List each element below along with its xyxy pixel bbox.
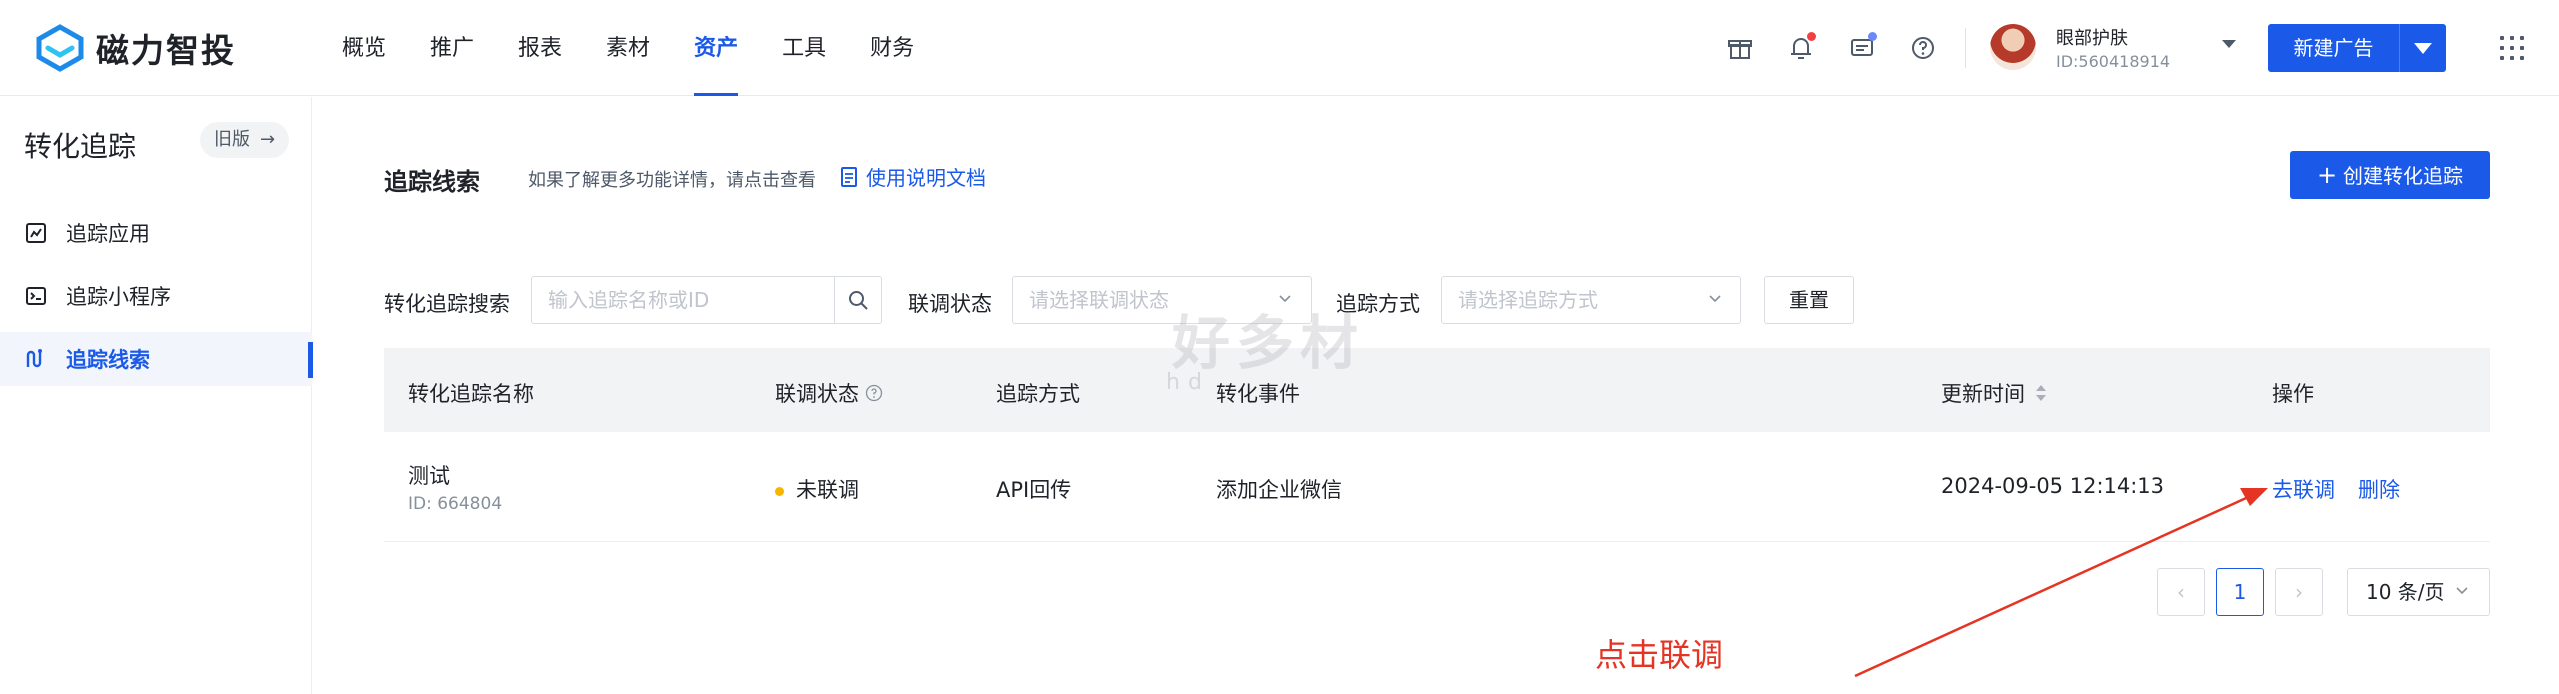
next-page-button[interactable]: › bbox=[2275, 568, 2323, 616]
sort-icon[interactable] bbox=[2035, 383, 2047, 403]
create-conversion-tracking-button[interactable]: + 创建转化追踪 bbox=[2290, 151, 2490, 199]
page-title: 追踪线索 bbox=[384, 168, 480, 196]
account-name: 眼部护肤 bbox=[2056, 28, 2128, 49]
updated-time-cell: 2024-09-05 12:14:13 bbox=[1941, 474, 2165, 498]
column-header-updated-label: 更新时间 bbox=[1941, 382, 2025, 406]
column-header-event: 转化事件 bbox=[1216, 382, 1300, 406]
miniprogram-icon bbox=[26, 287, 46, 305]
page-size-value: 10 条/页 bbox=[2366, 580, 2445, 604]
new-ad-button[interactable]: 新建广告 bbox=[2268, 24, 2400, 72]
search-icon bbox=[849, 291, 868, 310]
old-version-label: 旧版 bbox=[214, 129, 250, 150]
help-hint-text: 如果了解更多功能详情，请点击查看 bbox=[528, 170, 816, 191]
tracking-name: 测试 bbox=[408, 464, 450, 488]
left-sidebar: 转化追踪 旧版 → 追踪应用 追踪小程序 追踪线索 bbox=[0, 97, 313, 694]
main-nav: 概览 推广 报表 素材 资产 工具 财务 bbox=[342, 0, 958, 96]
debug-link[interactable]: 去联调 bbox=[2272, 474, 2335, 504]
nav-item-assets[interactable]: 资产 bbox=[694, 0, 739, 96]
search-input[interactable]: 输入追踪名称或ID bbox=[531, 276, 835, 324]
top-navigation-bar: 磁力智投 概览 推广 报表 素材 资产 工具 财务 眼部护肤 ID:560418… bbox=[0, 0, 2559, 96]
column-header-status-label: 联调状态 bbox=[775, 382, 859, 406]
document-icon bbox=[841, 166, 857, 187]
app-tracking-icon bbox=[26, 223, 46, 243]
sidebar-title: 转化追踪 bbox=[24, 130, 137, 163]
reset-button[interactable]: 重置 bbox=[1764, 276, 1854, 324]
chevron-down-icon bbox=[1709, 295, 1721, 303]
plus-icon: + bbox=[2316, 161, 2338, 189]
message-notification-dot bbox=[1868, 32, 1877, 41]
sidebar-item-label: 追踪小程序 bbox=[66, 285, 171, 309]
new-ad-button-group: 新建广告 bbox=[2268, 24, 2446, 72]
bell-icon[interactable] bbox=[1783, 30, 1819, 66]
chevron-left-icon: ‹ bbox=[2177, 580, 2185, 604]
old-version-button[interactable]: 旧版 → bbox=[200, 122, 290, 158]
table-row: 测试 ID: 664804 未联调 API回传 添加企业微信 2024-09-0… bbox=[384, 432, 2490, 542]
user-guide-link[interactable]: 使用说明文档 bbox=[840, 162, 986, 191]
header-icons bbox=[1722, 30, 1966, 66]
chevron-right-icon: › bbox=[2295, 580, 2303, 604]
prev-page-button[interactable]: ‹ bbox=[2157, 568, 2205, 616]
app-grid-icon[interactable] bbox=[2500, 36, 2524, 60]
annotation-label: 点击联调 bbox=[1595, 636, 1724, 674]
lead-tracking-icon bbox=[26, 349, 42, 368]
bell-notification-dot bbox=[1807, 32, 1816, 41]
watermark: 好多材 bbox=[1172, 309, 1365, 377]
column-header-name: 转化追踪名称 bbox=[408, 382, 534, 406]
logo-icon bbox=[36, 24, 84, 72]
watermark-sub: hd bbox=[1166, 370, 1210, 395]
column-header-updated[interactable]: 更新时间 bbox=[1941, 378, 2047, 408]
sidebar-item-label: 追踪线索 bbox=[66, 348, 150, 372]
method-select[interactable]: 请选择追踪方式 bbox=[1441, 276, 1741, 324]
message-icon[interactable] bbox=[1844, 30, 1880, 66]
nav-item-materials[interactable]: 素材 bbox=[606, 0, 650, 96]
column-header-status: 联调状态 bbox=[775, 378, 883, 408]
help-icon[interactable] bbox=[1905, 30, 1941, 66]
new-ad-dropdown-button[interactable] bbox=[2400, 24, 2446, 72]
search-filter-label: 转化追踪搜索 bbox=[384, 292, 510, 316]
nav-item-reports[interactable]: 报表 bbox=[518, 0, 562, 96]
tracking-id: ID: 664804 bbox=[408, 494, 503, 514]
column-header-method: 追踪方式 bbox=[996, 382, 1080, 406]
gift-icon[interactable] bbox=[1722, 30, 1758, 66]
status-text: 未联调 bbox=[796, 478, 859, 502]
nav-item-tools[interactable]: 工具 bbox=[782, 0, 826, 96]
sidebar-item-track-leads[interactable]: 追踪线索 bbox=[0, 332, 313, 386]
nav-item-finance[interactable]: 财务 bbox=[870, 0, 914, 96]
app-logo[interactable]: 磁力智投 bbox=[34, 24, 236, 72]
arrow-right-icon: → bbox=[260, 129, 276, 150]
nav-item-promotion[interactable]: 推广 bbox=[430, 0, 474, 96]
create-button-label: 创建转化追踪 bbox=[2343, 164, 2464, 188]
header-divider bbox=[1965, 28, 1966, 68]
sidebar-item-track-app[interactable]: 追踪应用 bbox=[0, 206, 312, 260]
page-number-button[interactable]: 1 bbox=[2216, 568, 2264, 616]
event-cell: 添加企业微信 bbox=[1216, 478, 1342, 502]
chevron-down-icon bbox=[2456, 587, 2468, 595]
nav-item-overview[interactable]: 概览 bbox=[342, 0, 386, 96]
column-header-actions: 操作 bbox=[2272, 382, 2314, 406]
method-cell: API回传 bbox=[996, 478, 1072, 502]
user-avatar[interactable] bbox=[1990, 24, 2036, 70]
account-dropdown-caret-icon[interactable] bbox=[2222, 40, 2236, 48]
info-icon[interactable] bbox=[865, 384, 883, 402]
status-dot-icon bbox=[775, 486, 784, 496]
table-header: 转化追踪名称 联调状态 追踪方式 转化事件 更新时间 操作 bbox=[384, 348, 2490, 432]
delete-link[interactable]: 删除 bbox=[2358, 474, 2400, 504]
user-guide-link-label: 使用说明文档 bbox=[866, 166, 986, 190]
status-filter-label: 联调状态 bbox=[908, 292, 992, 316]
sidebar-item-label: 追踪应用 bbox=[66, 222, 150, 246]
app-name: 磁力智投 bbox=[96, 31, 236, 70]
account-id: ID:560418914 bbox=[2056, 52, 2171, 71]
sidebar-item-track-miniprogram[interactable]: 追踪小程序 bbox=[0, 269, 312, 323]
search-button[interactable] bbox=[834, 276, 882, 324]
caret-down-icon bbox=[2414, 42, 2432, 54]
status-cell: 未联调 bbox=[775, 474, 859, 504]
